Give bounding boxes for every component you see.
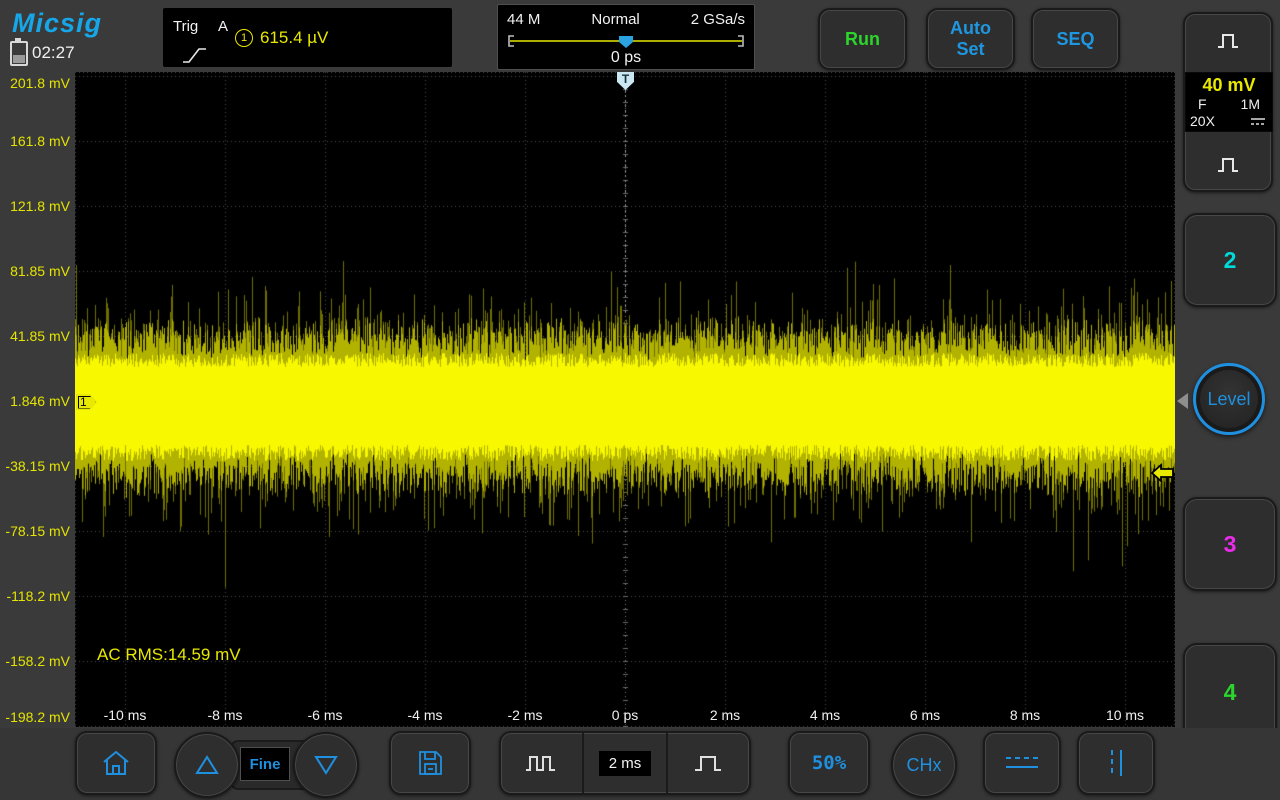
timebase-value: 2 ms (599, 751, 652, 776)
adjust-up-button[interactable] (174, 732, 240, 798)
level-knob[interactable]: Level (1193, 363, 1265, 435)
zoom-in-button[interactable] (666, 733, 749, 793)
acquire-mode: Normal (591, 11, 639, 28)
horizontal-cursor-button[interactable] (983, 731, 1061, 795)
channel1-probe-row: 20X (1186, 113, 1272, 129)
trigger-label: Trig (173, 18, 198, 35)
x-axis-label: 2 ms (710, 707, 740, 723)
pulse-icon (1214, 28, 1242, 52)
trigger-status-box[interactable]: Trig A 1 615.4 µV (163, 8, 452, 67)
triangle-down-icon (313, 753, 339, 777)
channel-select-button[interactable]: CHx (891, 732, 957, 798)
timebase-row: 44 M Normal 2 GSa/s (498, 11, 754, 28)
x-axis-label: -6 ms (308, 707, 343, 723)
trigger-level-value: 615.4 µV (260, 28, 328, 48)
trigger-level-arrow-icon[interactable] (1150, 463, 1174, 483)
memory-depth: 44 M (507, 11, 540, 28)
single-pulse-icon (690, 750, 726, 776)
y-axis-label: -198.2 mV (5, 709, 70, 725)
channel1-scale: 40 mV (1186, 75, 1272, 96)
fine-mode-indicator[interactable]: Fine (240, 747, 290, 781)
trigger-mode: A (218, 18, 228, 35)
vertical-cursor-icon (1096, 746, 1136, 780)
y-axis-label: -38.15 mV (5, 458, 70, 474)
channel1-info-box[interactable]: 40 mV F 1M 20X (1185, 72, 1273, 132)
channel1-coupling-row: F 1M (1186, 96, 1272, 112)
channel3-button[interactable]: 3 (1183, 497, 1277, 591)
channel2-button[interactable]: 2 (1183, 213, 1277, 307)
y-axis-labels: 201.8 mV 161.8 mV 121.8 mV 81.85 mV 41.85 mV… (0, 72, 75, 727)
zoom-out-button[interactable] (501, 733, 582, 793)
home-button[interactable] (75, 731, 157, 795)
home-icon (99, 748, 133, 778)
x-axis-labels: -10 ms -8 ms -6 ms -4 ms -2 ms 0 ps 2 ms 4 ms 6 … (75, 72, 1175, 727)
autoset-button[interactable]: Auto Set (926, 8, 1015, 70)
trigger-position-marker[interactable] (619, 36, 633, 48)
timebase-control-group: 2 ms (499, 731, 751, 795)
trigger-level-readout: 1 615.4 µV (235, 8, 328, 67)
x-axis-label: 8 ms (1010, 707, 1040, 723)
battery-icon (10, 41, 28, 66)
save-icon (414, 747, 446, 779)
rising-edge-icon (181, 44, 209, 66)
x-axis-label: -4 ms (408, 707, 443, 723)
y-axis-label: 1.846 mV (10, 393, 70, 409)
channel1-coupling: F (1198, 96, 1207, 112)
y-axis-label: 121.8 mV (10, 198, 70, 214)
status-time: 02:27 (32, 43, 75, 63)
adjust-down-button[interactable] (293, 732, 359, 798)
x-axis-label: -8 ms (208, 707, 243, 723)
seq-button[interactable]: SEQ (1031, 8, 1120, 70)
y-axis-label: 81.85 mV (10, 263, 70, 279)
y-axis-label: -118.2 mV (6, 588, 70, 604)
timebase-status-box[interactable]: 44 M Normal 2 GSa/s 0 ps (497, 4, 755, 70)
y-axis-label: 201.8 mV (10, 75, 70, 91)
trigger-position-value: 0 ps (498, 49, 754, 67)
x-axis-label: 0 ps (612, 707, 638, 723)
double-pulse-icon (522, 750, 562, 776)
y-axis-label: -78.15 mV (5, 523, 70, 539)
timebase-value-button[interactable]: 2 ms (582, 733, 665, 793)
save-button[interactable] (389, 731, 471, 795)
channel1-impedance: 1M (1241, 96, 1260, 112)
horizontal-cursor-icon (999, 749, 1045, 777)
knob-pointer-icon (1177, 393, 1188, 409)
trigger-source-badge: 1 (235, 29, 253, 47)
x-axis-label: -10 ms (104, 707, 147, 723)
triangle-up-icon (194, 753, 220, 777)
brand-logo: Micsig (12, 8, 102, 39)
channel1-probe: 20X (1190, 113, 1215, 129)
dc-coupling-icon (1249, 117, 1267, 126)
sample-rate: 2 GSa/s (691, 11, 745, 28)
pulse-icon (1214, 152, 1242, 176)
x-axis-label: 4 ms (810, 707, 840, 723)
x-axis-label: 6 ms (910, 707, 940, 723)
trigger-position-slider[interactable] (506, 33, 746, 49)
x-axis-label: 10 ms (1106, 707, 1144, 723)
x-axis-label: -2 ms (508, 707, 543, 723)
y-axis-label: 161.8 mV (10, 133, 70, 149)
trigger-50-percent-button[interactable]: 50% (788, 731, 870, 795)
measurement-readout: AC RMS:14.59 mV (97, 645, 241, 665)
run-button[interactable]: Run (818, 8, 907, 70)
y-axis-label: -158.2 mV (5, 653, 70, 669)
waveform-display[interactable]: -10 ms -8 ms -6 ms -4 ms -2 ms 0 ps 2 ms 4 ms 6 … (75, 72, 1175, 727)
vertical-cursor-button[interactable] (1077, 731, 1155, 795)
y-axis-label: 41.85 mV (10, 328, 70, 344)
